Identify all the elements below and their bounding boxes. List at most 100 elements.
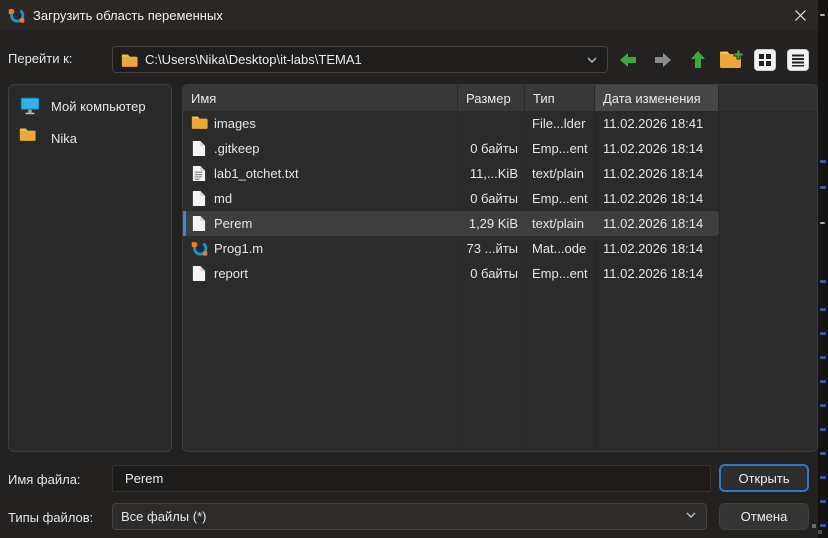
open-button-label: Открыть: [738, 471, 789, 486]
cell-date: 11.02.2026 18:14: [595, 236, 719, 261]
filename-input[interactable]: [112, 465, 711, 492]
table-row[interactable]: report0 байтыEmp...ent11.02.2026 18:14: [183, 261, 817, 286]
background-artifact: [820, 332, 826, 335]
cell-size: [458, 111, 525, 136]
cell-name: Prog1.m: [183, 236, 458, 261]
cell-name: lab1_otchet.txt: [183, 161, 458, 186]
cell-size: 11,...KiB: [458, 161, 525, 186]
table-row[interactable]: md0 байтыEmp...ent11.02.2026 18:14: [183, 186, 817, 211]
load-workspace-dialog: Загрузить область переменных Перейти к: …: [0, 0, 828, 538]
background-artifact: [820, 452, 826, 455]
path-combobox[interactable]: C:\Users\Nika\Desktop\it-labs\TEMA1: [112, 46, 608, 73]
file-name: Perem: [214, 216, 252, 231]
file-icon: [191, 190, 207, 207]
sidebar-item-my-computer[interactable]: Мой компьютер: [9, 90, 171, 122]
cell-type: Emp...ent: [525, 186, 595, 211]
cell-size: 0 байты: [458, 136, 525, 161]
cell-size: 0 байты: [458, 186, 525, 211]
table-row[interactable]: images File...lder11.02.2026 18:41: [183, 111, 817, 136]
background-artifact: [820, 160, 826, 163]
cell-date: 11.02.2026 18:41: [595, 111, 719, 136]
titlebar: Загрузить область переменных: [0, 0, 818, 30]
file-name: .gitkeep: [214, 141, 260, 156]
up-button[interactable]: [684, 46, 712, 73]
cell-size: 1,29 KiB: [458, 211, 525, 236]
cell-name: md: [183, 186, 458, 211]
grid-view-icon: [754, 49, 776, 71]
background-artifact: [820, 280, 826, 283]
column-header-name[interactable]: Имя: [183, 85, 458, 111]
background-artifact: [820, 476, 826, 479]
new-folder-icon: [718, 48, 744, 72]
cell-name: .gitkeep: [183, 136, 458, 161]
cell-date: 11.02.2026 18:14: [595, 261, 719, 286]
background-artifact: [820, 14, 825, 16]
go-to-label: Перейти к:: [8, 51, 72, 66]
resize-grip[interactable]: [818, 530, 822, 534]
background-artifact: [820, 380, 826, 383]
chevron-down-icon: [684, 508, 698, 525]
table-row[interactable]: lab1_otchet.txt11,...KiBtext/plain11.02.…: [183, 161, 817, 186]
computer-icon: [19, 95, 41, 117]
table-row[interactable]: .gitkeep 0 байтыEmp...ent11.02.2026 18:14: [183, 136, 817, 161]
chevron-down-icon[interactable]: [585, 53, 599, 67]
close-icon[interactable]: [788, 4, 812, 26]
cell-date: 11.02.2026 18:14: [595, 136, 719, 161]
up-arrow-icon: [687, 49, 709, 71]
new-folder-button[interactable]: [717, 46, 745, 73]
background-artifact: [820, 356, 826, 359]
file-icon: [191, 215, 207, 232]
cell-type: File...lder: [525, 111, 595, 136]
current-path: C:\Users\Nika\Desktop\it-labs\TEMA1: [145, 52, 579, 67]
file-icon: [191, 140, 207, 157]
octave-logo: [191, 240, 207, 257]
background-artifact: [820, 186, 826, 189]
filetype-combobox[interactable]: Все файлы (*): [112, 503, 707, 530]
cell-type: Mat...ode: [525, 236, 595, 261]
cell-name: images: [183, 111, 458, 136]
back-button[interactable]: [614, 46, 642, 73]
cell-name: Perem: [183, 211, 458, 236]
sidebar-item-label: Nika: [51, 131, 77, 146]
folder-icon: [191, 115, 207, 132]
sidebar-item-label: Мой компьютер: [51, 99, 146, 114]
cancel-button[interactable]: Отмена: [719, 503, 809, 530]
sidebar-item-nika[interactable]: Nika: [9, 122, 171, 154]
grid-view-button[interactable]: [751, 46, 779, 73]
table-row[interactable]: Perem 1,29 KiBtext/plain11.02.2026 18:14: [183, 211, 817, 236]
cell-type: text/plain: [525, 211, 595, 236]
file-name: report: [214, 266, 248, 281]
file-name: images: [214, 116, 256, 131]
cell-name: report: [183, 261, 458, 286]
background-artifact: [820, 222, 825, 224]
column-header-type[interactable]: Тип: [525, 85, 595, 111]
cell-date: 11.02.2026 18:14: [595, 161, 719, 186]
forward-arrow-icon: [652, 49, 674, 71]
filetype-value: Все файлы (*): [121, 509, 684, 524]
text-file-icon: [191, 165, 207, 182]
filetype-label: Типы файлов:: [8, 510, 93, 525]
cell-type: text/plain: [525, 161, 595, 186]
octave-logo-icon: [8, 7, 25, 24]
cell-date: 11.02.2026 18:14: [595, 186, 719, 211]
forward-button[interactable]: [649, 46, 677, 73]
column-header-date[interactable]: Дата изменения: [595, 85, 719, 111]
background-artifact: [820, 428, 826, 431]
open-button[interactable]: Открыть: [719, 464, 809, 492]
background-artifact: [820, 500, 826, 503]
file-name: Prog1.m: [214, 241, 263, 256]
background-artifact: [820, 404, 826, 407]
file-list-panel: ИмяРазмерТипДата изменения images File...l…: [182, 84, 818, 452]
navigation-bar: Перейти к: C:\Users\Nika\Desktop\it-labs…: [0, 40, 818, 78]
header-filler: [719, 85, 817, 111]
background-window-strip: [818, 0, 828, 538]
resize-grip[interactable]: [812, 524, 816, 528]
dialog-title: Загрузить область переменных: [33, 8, 223, 23]
table-row[interactable]: Prog1.m73 ...йтыMat...ode11.02.2026 18:1…: [183, 236, 817, 261]
column-header-size[interactable]: Размер: [458, 85, 525, 111]
file-icon: [191, 265, 207, 282]
cell-type: Emp...ent: [525, 136, 595, 161]
cell-date: 11.02.2026 18:14: [595, 211, 719, 236]
list-view-button[interactable]: [784, 46, 812, 73]
folder-icon: [19, 127, 41, 149]
